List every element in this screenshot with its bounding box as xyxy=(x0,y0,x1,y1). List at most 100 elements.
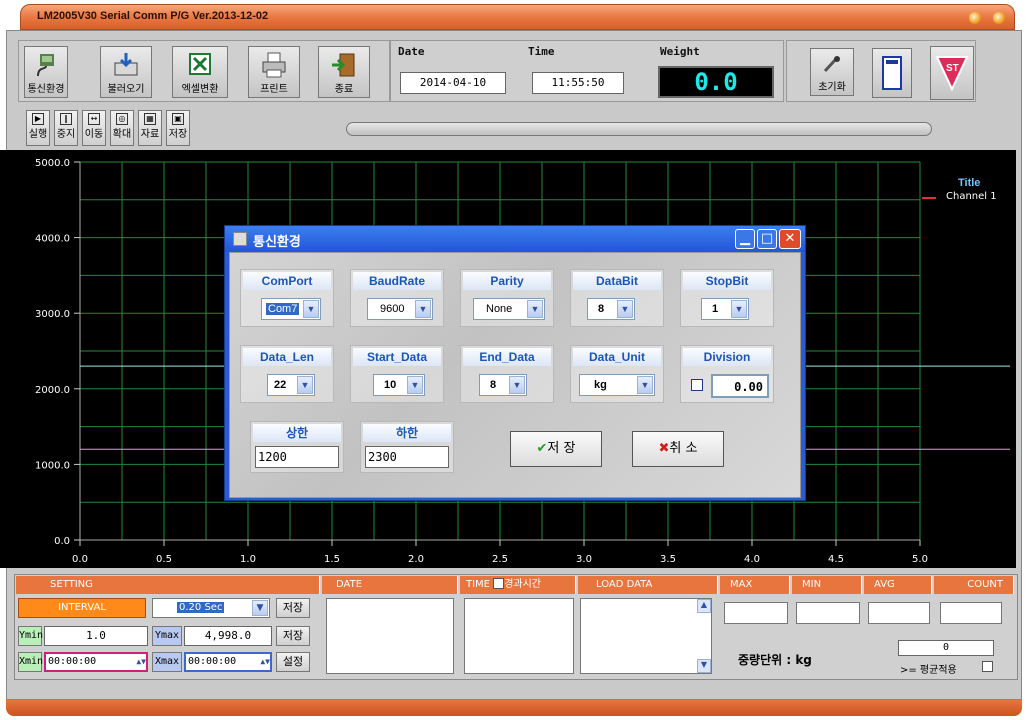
comport-select[interactable]: Com7 ▼ xyxy=(261,298,321,320)
min-header: MIN xyxy=(792,576,862,594)
excel-icon xyxy=(189,53,211,75)
chevron-down-icon: ▼ xyxy=(415,300,431,318)
y-tick-label: 5000.0 xyxy=(35,158,70,169)
max-field xyxy=(724,602,788,624)
y-tick-label: 2000.0 xyxy=(35,385,70,396)
print-label: 프린트 xyxy=(260,84,288,95)
x-tick-label: 5.0 xyxy=(912,554,928,565)
window-bottom-frame xyxy=(6,700,1022,716)
division-field[interactable]: 0.00 xyxy=(711,374,769,398)
elapsed-label: 경과시간 xyxy=(504,579,542,590)
dialog-maximize-button[interactable]: □ xyxy=(757,229,777,249)
legend-item-channel-1: Channel 1 xyxy=(946,191,997,202)
weight-display: 0.0 xyxy=(658,66,774,98)
dataunit-select[interactable]: kg ▼ xyxy=(579,374,655,396)
enddata-select[interactable]: 8 ▼ xyxy=(479,374,527,396)
zoom-button[interactable]: ◎ 확대 xyxy=(110,110,134,146)
baudrate-group: BaudRate 9600 ▼ xyxy=(350,269,444,327)
dialog-close-button[interactable]: ✕ xyxy=(779,229,801,249)
disk-icon: ▣ xyxy=(172,113,184,125)
time-header-label: TIME xyxy=(466,579,491,590)
baudrate-select[interactable]: 9600 ▼ xyxy=(367,298,433,320)
databit-select[interactable]: 8 ▼ xyxy=(587,298,635,320)
minimize-button[interactable] xyxy=(969,12,981,24)
lower-limit-field[interactable]: 2300 xyxy=(365,446,449,468)
interval-save-button[interactable]: 저장 xyxy=(276,598,310,618)
ymax-field[interactable]: 4,998.0 xyxy=(184,626,272,646)
panel-icon xyxy=(882,56,902,90)
dialog-body: ComPort Com7 ▼ BaudRate 9600 ▼ Parity None ▼ D… xyxy=(229,252,801,498)
time-list[interactable] xyxy=(464,598,574,674)
exit-button[interactable]: 종료 xyxy=(318,46,370,98)
st-logo-button[interactable]: ST xyxy=(930,46,974,100)
x-tick-label: 4.5 xyxy=(828,554,844,565)
play-icon: ▶ xyxy=(32,113,44,125)
x-tick-label: 2.0 xyxy=(408,554,424,565)
svg-text:ST: ST xyxy=(946,63,959,74)
setting-header: SETTING xyxy=(16,576,320,594)
databit-group: DataBit 8 ▼ xyxy=(570,269,664,327)
upper-limit-field[interactable]: 1200 xyxy=(255,446,339,468)
division-group: Division 0.00 xyxy=(680,345,774,403)
load-button[interactable]: 불러오기 xyxy=(100,46,152,98)
apply-button[interactable]: 설정 xyxy=(276,652,310,672)
ymax-save-button[interactable]: 저장 xyxy=(276,626,310,646)
startdata-label: Start_Data xyxy=(353,348,441,366)
xmax-label: Xmax xyxy=(152,652,182,672)
stop-button[interactable]: ‖ 중지 xyxy=(54,110,78,146)
close-button[interactable] xyxy=(993,12,1005,24)
enddata-label: End_Data xyxy=(463,348,551,366)
interval-select[interactable]: 0.20 Sec ▼ xyxy=(152,598,270,618)
interval-value: 0.20 Sec xyxy=(177,602,225,613)
exit-label: 종료 xyxy=(334,84,354,95)
y-tick-label: 3000.0 xyxy=(35,309,70,320)
elapsed-checkbox[interactable] xyxy=(493,578,505,589)
chevron-down-icon: ▼ xyxy=(637,376,653,394)
xmin-spinner[interactable]: 00:00:00 ▲▼ xyxy=(44,652,148,672)
x-tick-label: 1.0 xyxy=(240,554,256,565)
startdata-select[interactable]: 10 ▼ xyxy=(373,374,425,396)
load-data-list[interactable]: ▲ ▼ xyxy=(580,598,712,674)
date-field: 2014-04-10 xyxy=(400,72,506,94)
comm-setup-button[interactable]: 통신환경 xyxy=(24,46,68,98)
ymin-label: Ymin xyxy=(18,626,43,646)
parity-select[interactable]: None ▼ xyxy=(473,298,545,320)
data-button[interactable]: ▦ 자료 xyxy=(138,110,162,146)
dialog-save-button[interactable]: ✔저 장 xyxy=(510,431,602,467)
startdata-group: Start_Data 10 ▼ xyxy=(350,345,444,403)
excel-export-button[interactable]: 엑셀변환 xyxy=(172,46,228,98)
chevron-down-icon: ▼ xyxy=(731,300,747,318)
comm-settings-dialog: 통신환경 ▁ □ ✕ ComPort Com7 ▼ BaudRate 9600 ▼ Pa… xyxy=(224,225,806,501)
data-label: 자료 xyxy=(140,129,160,140)
avg-threshold-field[interactable]: 0 xyxy=(898,640,994,656)
move-button[interactable]: ↔ 이동 xyxy=(82,110,106,146)
excel-export-label: 엑셀변환 xyxy=(181,84,219,95)
scroll-up-icon[interactable]: ▲ xyxy=(697,599,711,613)
weight-label: Weight xyxy=(660,45,700,58)
ymin-field[interactable]: 1.0 xyxy=(44,626,148,646)
run-label: 실행 xyxy=(28,129,48,140)
baudrate-label: BaudRate xyxy=(353,272,441,290)
date-list[interactable] xyxy=(326,598,454,674)
dialog-minimize-button[interactable]: ▁ xyxy=(735,229,755,249)
avg-apply-checkbox[interactable] xyxy=(982,661,993,672)
dialog-cancel-label: 취 소 xyxy=(669,441,698,456)
scroll-down-icon[interactable]: ▼ xyxy=(697,659,711,673)
comport-label: ComPort xyxy=(243,272,331,290)
division-checkbox[interactable] xyxy=(691,379,703,391)
lower-group: 하한 2300 xyxy=(360,421,454,473)
databit-value: 8 xyxy=(598,303,605,315)
print-button[interactable]: 프린트 xyxy=(248,46,300,98)
run-button[interactable]: ▶ 실행 xyxy=(26,110,50,146)
xmax-spinner[interactable]: 00:00:00 ▲▼ xyxy=(184,652,272,672)
dialog-cancel-button[interactable]: ✖취 소 xyxy=(632,431,724,467)
datalen-select[interactable]: 22 ▼ xyxy=(267,374,315,396)
stop-label: 중지 xyxy=(56,129,76,140)
comport-value: Com7 xyxy=(266,303,300,315)
exit-door-icon xyxy=(332,53,355,77)
parity-group: Parity None ▼ xyxy=(460,269,554,327)
display-toggle-button[interactable] xyxy=(872,48,912,98)
save-button[interactable]: ▣ 저장 xyxy=(166,110,190,146)
stopbit-select[interactable]: 1 ▼ xyxy=(701,298,749,320)
reset-button[interactable]: 초기화 xyxy=(810,48,854,96)
